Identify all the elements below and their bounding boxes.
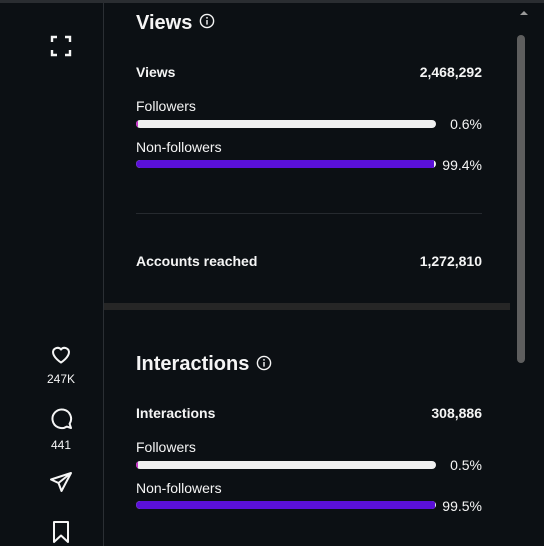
interactions-followers-label: Followers (136, 439, 196, 455)
views-nonfollowers-bar (136, 160, 436, 168)
views-followers-label: Followers (136, 98, 196, 114)
info-icon[interactable] (199, 13, 215, 29)
interactions-followers-percent: 0.5% (450, 457, 482, 473)
info-icon[interactable] (256, 355, 272, 371)
interactions-nonfollowers-bar-fill (136, 501, 435, 509)
interactions-heading: Interactions (136, 353, 250, 375)
interactions-nonfollowers-percent: 99.5% (442, 498, 482, 514)
interactions-total-label: Interactions (136, 405, 216, 421)
views-nonfollowers-label: Non-followers (136, 139, 222, 155)
comment-icon[interactable] (49, 406, 73, 430)
insights-panel[interactable]: Views Views 2,468,292 Followers 0.6% Non… (104, 3, 510, 546)
section-divider (136, 213, 482, 214)
accounts-reached-label: Accounts reached (136, 253, 258, 269)
interactions-nonfollowers-label: Non-followers (136, 480, 222, 496)
scrollbar-thumb[interactable] (517, 35, 525, 363)
views-followers-bar-fill (136, 120, 139, 128)
views-total-value: 2,468,292 (419, 64, 482, 80)
views-nonfollowers-bar-fill (136, 160, 435, 168)
bookmark-icon[interactable] (49, 520, 73, 544)
views-nonfollowers-percent: 99.4% (442, 157, 482, 173)
section-separator (104, 303, 510, 310)
views-total-label: Views (136, 64, 176, 80)
interactions-followers-bar (136, 461, 436, 469)
views-heading: Views (136, 12, 193, 34)
fullscreen-icon[interactable] (49, 34, 73, 58)
post-action-rail: 247K 441 (0, 3, 103, 546)
views-followers-bar (136, 120, 436, 128)
share-icon[interactable] (49, 470, 73, 494)
interactions-nonfollowers-bar (136, 501, 436, 509)
heart-icon[interactable] (49, 342, 73, 366)
accounts-reached-value: 1,272,810 (419, 253, 482, 269)
interactions-followers-bar-fill (136, 461, 139, 469)
vertical-scrollbar[interactable] (510, 3, 544, 546)
interactions-total-value: 308,886 (431, 405, 482, 421)
scroll-up-arrow-icon[interactable] (518, 7, 530, 19)
views-followers-percent: 0.6% (450, 116, 482, 132)
